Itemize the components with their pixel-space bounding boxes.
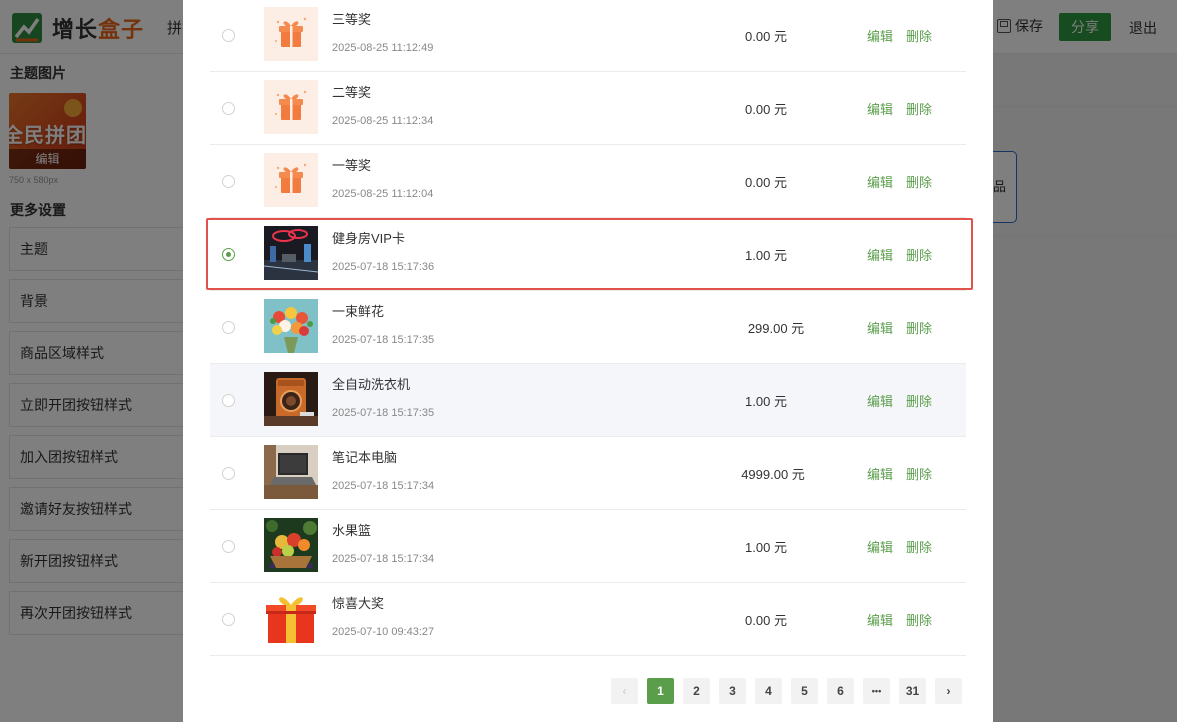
gift-box-icon	[264, 591, 318, 645]
page-ellipsis[interactable]: •••	[863, 678, 890, 704]
delete-link[interactable]: 删除	[906, 610, 932, 629]
product-name: 惊喜大奖	[332, 596, 385, 611]
product-name: 全自动洗衣机	[332, 377, 411, 392]
product-row[interactable]: 一等奖 2025-08-25 11:12:04 0.00 元 编辑 删除	[210, 145, 966, 218]
product-price: 4999.00 元	[741, 467, 805, 482]
product-name: 笔记本电脑	[332, 450, 398, 465]
product-price: 0.00 元	[745, 29, 787, 44]
product-radio-checked[interactable]	[222, 248, 235, 261]
product-radio[interactable]	[222, 540, 235, 553]
product-price: 299.00 元	[747, 321, 805, 336]
product-row-hovered[interactable]: 全自动洗衣机 2025-07-18 15:17:35 1.00 元 编辑 删除	[210, 364, 966, 437]
product-date: 2025-07-18 15:17:34	[332, 480, 435, 492]
product-date: 2025-08-25 11:12:49	[332, 42, 434, 54]
delete-link[interactable]: 删除	[906, 26, 932, 45]
product-name: 一束鲜花	[332, 304, 385, 319]
product-radio[interactable]	[222, 394, 235, 407]
product-radio[interactable]	[222, 29, 235, 42]
delete-link[interactable]: 删除	[906, 172, 932, 191]
page-button-last[interactable]: 31	[899, 678, 926, 704]
product-price: 1.00 元	[745, 394, 787, 409]
product-name: 三等奖	[332, 12, 372, 27]
edit-link[interactable]: 编辑	[867, 26, 893, 45]
page-button-6[interactable]: 6	[827, 678, 854, 704]
next-page-button[interactable]: ›	[935, 678, 962, 704]
gift-icon	[264, 7, 318, 61]
fruit-basket-photo-icon	[264, 518, 318, 572]
edit-link[interactable]: 编辑	[867, 245, 893, 264]
edit-link[interactable]: 编辑	[867, 172, 893, 191]
product-row-selected[interactable]: 健身房VIP卡 2025-07-18 15:17:36 1.00 元 编辑 删除	[210, 218, 966, 291]
product-row[interactable]: 笔记本电脑 2025-07-18 15:17:34 4999.00 元 编辑 删…	[210, 437, 966, 510]
page-button-2[interactable]: 2	[683, 678, 710, 704]
product-date: 2025-07-18 15:17:35	[332, 407, 435, 419]
product-date: 2025-07-10 09:43:27	[332, 626, 435, 638]
product-price: 1.00 元	[745, 248, 787, 263]
delete-link[interactable]: 删除	[906, 245, 932, 264]
product-radio[interactable]	[222, 467, 235, 480]
product-radio[interactable]	[222, 613, 235, 626]
gym-photo-icon	[264, 226, 318, 280]
product-date: 2025-08-25 11:12:04	[332, 188, 434, 200]
product-name: 健身房VIP卡	[332, 231, 405, 246]
product-date: 2025-07-18 15:17:34	[332, 553, 435, 565]
laptop-photo-icon	[264, 445, 318, 499]
product-name: 一等奖	[332, 158, 372, 173]
page-button-5[interactable]: 5	[791, 678, 818, 704]
delete-link[interactable]: 删除	[906, 464, 932, 483]
edit-link[interactable]: 编辑	[867, 391, 893, 410]
product-date: 2025-08-25 11:12:34	[332, 115, 434, 127]
product-date: 2025-07-18 15:17:36	[332, 261, 435, 273]
page-button-4[interactable]: 4	[755, 678, 782, 704]
delete-link[interactable]: 删除	[906, 99, 932, 118]
product-row[interactable]: 惊喜大奖 2025-07-10 09:43:27 0.00 元 编辑 删除	[210, 583, 966, 656]
product-price: 0.00 元	[745, 102, 787, 117]
edit-link[interactable]: 编辑	[867, 537, 893, 556]
product-row[interactable]: 一束鲜花 2025-07-18 15:17:35 299.00 元 编辑 删除	[210, 291, 966, 364]
product-select-modal: 三等奖 2025-08-25 11:12:49 0.00 元 编辑 删除 二等奖…	[183, 0, 993, 722]
product-date: 2025-07-18 15:17:35	[332, 334, 435, 346]
product-price: 1.00 元	[745, 540, 787, 555]
product-name: 二等奖	[332, 85, 372, 100]
product-name: 水果篮	[332, 523, 372, 538]
product-radio[interactable]	[222, 175, 235, 188]
delete-link[interactable]: 删除	[906, 537, 932, 556]
product-row[interactable]: 二等奖 2025-08-25 11:12:34 0.00 元 编辑 删除	[210, 72, 966, 145]
product-row[interactable]: 三等奖 2025-08-25 11:12:49 0.00 元 编辑 删除	[210, 0, 966, 72]
prev-page-button[interactable]: ‹	[611, 678, 638, 704]
edit-link[interactable]: 编辑	[867, 464, 893, 483]
delete-link[interactable]: 删除	[906, 318, 932, 337]
page-button-1[interactable]: 1	[647, 678, 674, 704]
edit-link[interactable]: 编辑	[867, 318, 893, 337]
product-radio[interactable]	[222, 102, 235, 115]
edit-link[interactable]: 编辑	[867, 99, 893, 118]
product-price: 0.00 元	[745, 613, 787, 628]
product-row[interactable]: 水果篮 2025-07-18 15:17:34 1.00 元 编辑 删除	[210, 510, 966, 583]
product-radio[interactable]	[222, 321, 235, 334]
washing-machine-photo-icon	[264, 372, 318, 426]
page-button-3[interactable]: 3	[719, 678, 746, 704]
delete-link[interactable]: 删除	[906, 391, 932, 410]
gift-icon	[264, 80, 318, 134]
edit-link[interactable]: 编辑	[867, 610, 893, 629]
product-price: 0.00 元	[745, 175, 787, 190]
gift-icon	[264, 153, 318, 207]
flowers-photo-icon	[264, 299, 318, 353]
